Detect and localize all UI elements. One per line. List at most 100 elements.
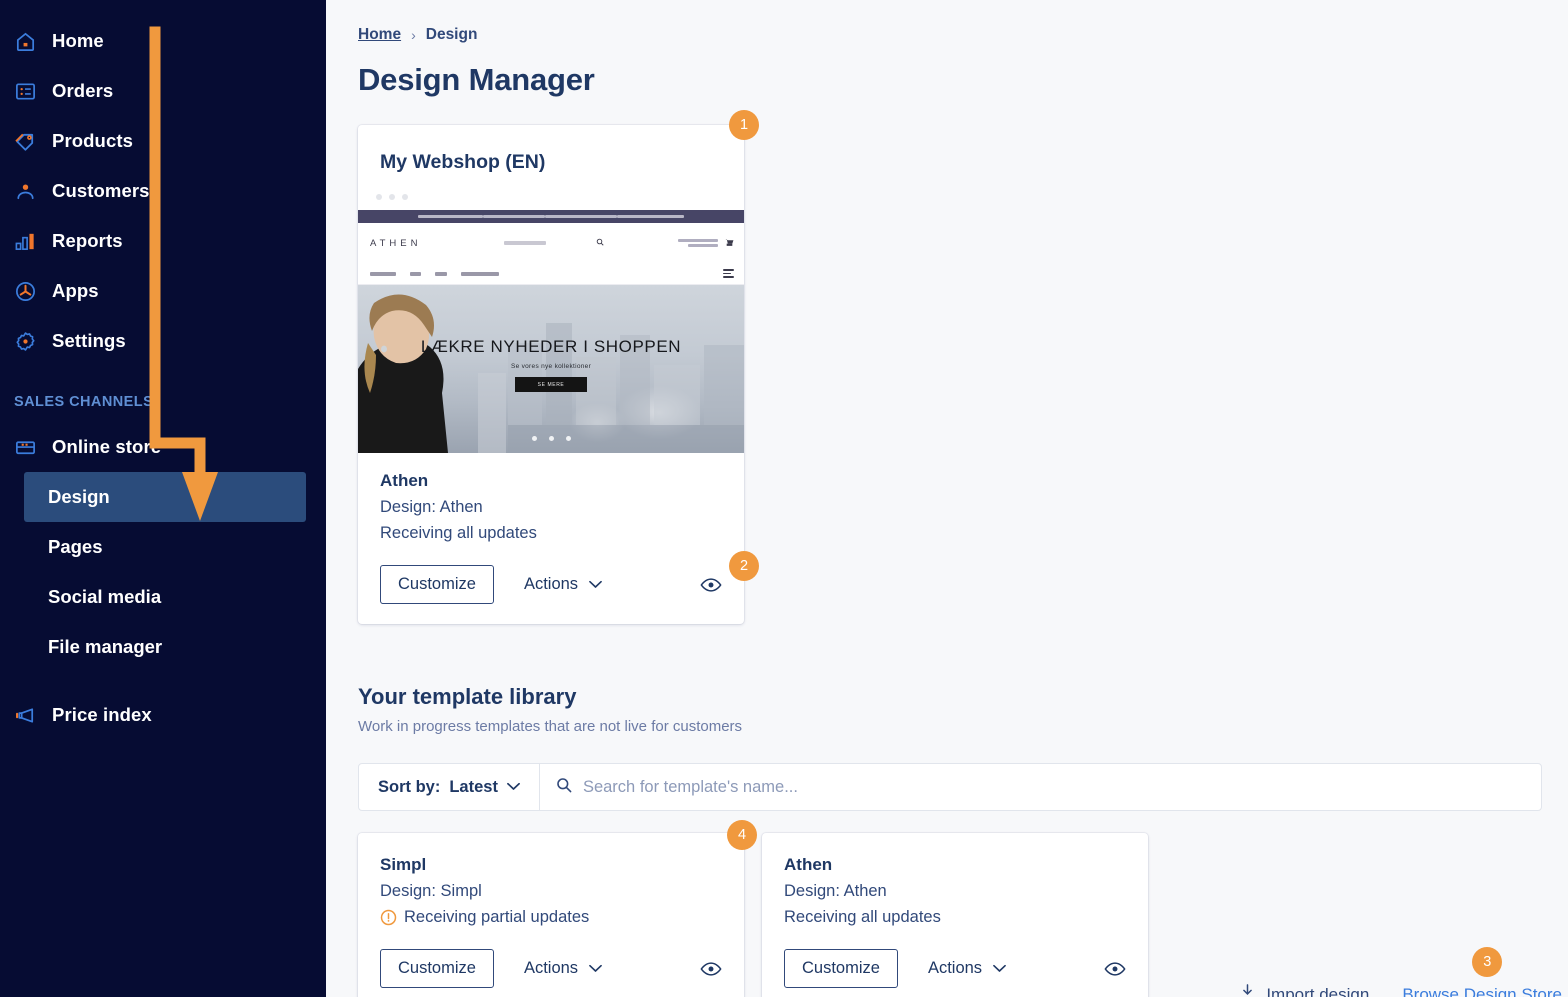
- sidebar-item-label: Social media: [48, 586, 162, 607]
- apps-icon: [14, 279, 44, 303]
- search-area: [540, 764, 1541, 810]
- warning-icon: [380, 909, 397, 926]
- sidebar-item-social-media[interactable]: Social media: [24, 572, 306, 622]
- template-design-line: Design: Simpl: [380, 882, 482, 900]
- chevron-down-icon: [589, 575, 602, 594]
- template-card-actions: Customize Actions: [784, 949, 1126, 988]
- sidebar-item-label: Settings: [52, 330, 126, 351]
- sidebar-item-label: File manager: [48, 636, 163, 657]
- page-title: Design Manager: [358, 62, 595, 97]
- preview-hero-button: SE MERE: [515, 377, 587, 392]
- breadcrumb-current: Design: [425, 26, 478, 43]
- preview-search-icon: [596, 238, 604, 248]
- annotation-badge-4: 4: [727, 820, 757, 850]
- bar-chart-icon: [14, 229, 44, 253]
- sidebar-item-products[interactable]: Products: [0, 116, 326, 166]
- annotation-badge-2: 2: [729, 551, 759, 581]
- template-library-header: Your template library Work in progress t…: [358, 684, 1562, 997]
- preview-eye-icon[interactable]: [1104, 961, 1126, 977]
- library-title: Your template library: [358, 684, 577, 709]
- actions-dropdown-button[interactable]: Actions: [928, 959, 1006, 978]
- live-shop-card-header: My Webshop (EN): [358, 125, 744, 194]
- gear-icon: [14, 329, 44, 353]
- template-updates-row: Receiving partial updates: [380, 908, 722, 927]
- sidebar-item-settings[interactable]: Settings: [0, 316, 326, 366]
- template-card-actions: Customize Actions: [380, 949, 722, 988]
- search-input[interactable]: [582, 777, 1525, 797]
- sidebar-item-design[interactable]: Design: [24, 472, 306, 522]
- live-card-actions: Customize Actions: [380, 565, 722, 604]
- sidebar-item-label: Price index: [52, 704, 152, 725]
- preview-announcement-bar: [358, 210, 744, 223]
- browser-dots: [358, 194, 744, 210]
- actions-dropdown-button[interactable]: Actions: [524, 959, 602, 978]
- sidebar-item-online-store[interactable]: Online store: [0, 422, 326, 472]
- sidebar-item-reports[interactable]: Reports: [0, 216, 326, 266]
- main-content: Home › Design Design Manager 1 My Websho…: [326, 0, 1568, 997]
- preview-search-placeholder: [504, 241, 546, 245]
- sidebar-item-customers[interactable]: Customers: [0, 166, 326, 216]
- sidebar-item-pages[interactable]: Pages: [24, 522, 306, 572]
- browse-design-store-button[interactable]: Browse Design Store 3: [1402, 946, 1562, 997]
- orders-icon: [14, 79, 44, 103]
- annotation-badge-3: 3: [1472, 946, 1503, 977]
- sidebar-item-label: Apps: [52, 280, 99, 301]
- sidebar-item-label: Online store: [52, 436, 162, 457]
- sidebar-item-label: Products: [52, 130, 133, 151]
- sort-by-value: Latest: [449, 777, 498, 796]
- library-links: Import design Browse Design Store 3: [1239, 946, 1562, 997]
- design-manager-page: Home Orders Products Customers Reports A…: [0, 0, 1568, 997]
- live-shop-card-body: Athen Design: Athen Receiving all update…: [358, 453, 744, 624]
- sidebar: Home Orders Products Customers Reports A…: [0, 0, 326, 997]
- site-preview[interactable]: ATHEN LÆKRE NYHEDER I SHOPPEN Se vores n…: [358, 210, 744, 453]
- import-design-button[interactable]: Import design: [1239, 983, 1369, 997]
- sidebar-section-sales-channels: SALES CHANNELS: [14, 394, 154, 410]
- preview-header: ATHEN: [358, 223, 744, 263]
- download-icon: [1239, 983, 1256, 997]
- preview-eye-icon[interactable]: [700, 961, 722, 977]
- sidebar-item-apps[interactable]: Apps: [0, 266, 326, 316]
- sidebar-item-price-index[interactable]: Price index: [0, 690, 326, 740]
- actions-dropdown-button[interactable]: Actions: [524, 575, 602, 594]
- customize-button[interactable]: Customize: [380, 565, 494, 604]
- breadcrumb: Home › Design: [358, 24, 1568, 46]
- actions-label: Actions: [523, 959, 579, 977]
- chevron-down-icon: [589, 959, 602, 978]
- sort-by-dropdown[interactable]: Sort by: Latest: [359, 764, 539, 810]
- sidebar-item-label: Reports: [52, 230, 123, 251]
- sidebar-item-orders[interactable]: Orders: [0, 66, 326, 116]
- template-library-section: Your template library Work in progress t…: [358, 684, 1562, 997]
- template-title: Athen: [380, 471, 429, 490]
- customize-button[interactable]: Customize: [380, 949, 494, 988]
- sidebar-item-home[interactable]: Home: [0, 16, 326, 66]
- customize-button[interactable]: Customize: [784, 949, 898, 988]
- preview-nav: [358, 263, 744, 285]
- megaphone-icon: [14, 703, 44, 727]
- preview-carousel-dots: [358, 436, 744, 441]
- chevron-down-icon: [993, 959, 1006, 978]
- template-card-simpl: 4 Simpl Design: Simpl Receiving partial …: [358, 820, 757, 997]
- preview-hero-subtitle: Se vores nye kollektioner: [510, 363, 592, 370]
- sidebar-item-label: Design: [48, 486, 110, 507]
- preview-filter-icon: [723, 269, 734, 278]
- sidebar-item-label: Pages: [48, 536, 103, 557]
- preview-eye-icon[interactable]: [700, 577, 722, 593]
- preview-hero: LÆKRE NYHEDER I SHOPPEN Se vores nye kol…: [358, 285, 744, 453]
- sidebar-item-file-manager[interactable]: File manager: [24, 622, 306, 672]
- sidebar-item-label: Customers: [52, 180, 150, 201]
- sort-by-label: Sort by:: [378, 777, 441, 796]
- home-icon: [14, 29, 44, 53]
- shop-name: My Webshop (EN): [380, 151, 546, 173]
- preview-account-text: [678, 239, 718, 247]
- store-icon: [14, 435, 44, 459]
- template-design-line: Design: Athen: [380, 498, 483, 516]
- browse-design-store-label: Browse Design Store: [1402, 984, 1562, 997]
- template-updates-line: Receiving all updates: [380, 524, 537, 542]
- tag-icon: [14, 129, 44, 153]
- search-icon: [556, 777, 572, 798]
- template-grid: 4 Simpl Design: Simpl Receiving partial …: [358, 820, 1562, 997]
- actions-label: Actions: [523, 575, 579, 593]
- breadcrumb-home[interactable]: Home: [358, 26, 401, 44]
- sidebar-item-label: Home: [52, 30, 104, 51]
- preview-hero-title: LÆKRE NYHEDER I SHOPPEN: [420, 337, 682, 356]
